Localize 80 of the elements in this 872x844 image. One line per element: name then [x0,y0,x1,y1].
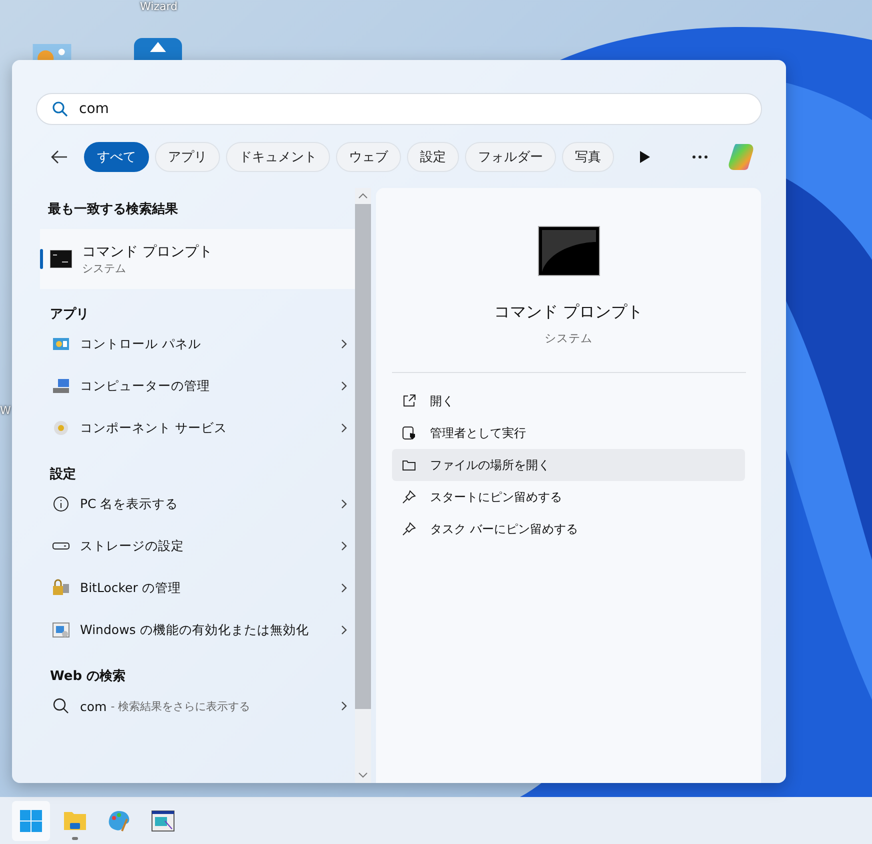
action-label: ファイルの場所を開く [430,456,550,474]
scrollbar[interactable] [355,188,371,783]
shield-window-icon [402,426,416,440]
scroll-up-icon[interactable] [358,193,368,199]
terminal-icon [50,250,72,268]
result-label: コンピューターの管理 [80,378,210,394]
terminal-window-icon [538,226,600,276]
result-item[interactable]: BitLocker の管理 [40,567,355,609]
result-item[interactable]: com - 検索結果をさらに表示する [40,685,355,727]
filter-tab[interactable]: すべて [84,142,149,172]
filter-tab[interactable]: 設定 [407,142,459,172]
detail-title: コマンド プロンプト [494,302,644,323]
external-link-icon [402,394,416,408]
action-item[interactable]: タスク バーにピン留めする [392,513,745,545]
chevron-right-icon [341,339,347,349]
palette-icon[interactable] [107,808,131,832]
search-icon [52,101,68,117]
running-indicator [72,836,78,840]
result-label: コントロール パネル [80,336,201,352]
filter-tab[interactable]: アプリ [155,142,220,172]
computer-icon [52,377,70,395]
result-label: コンポーネント サービス [80,420,227,436]
window-icon [52,621,70,639]
result-label: com [80,698,107,714]
section-heading: 最も一致する検索結果 [47,200,179,218]
action-item[interactable]: 管理者として実行 [392,417,745,449]
more-icon[interactable] [692,155,708,159]
section-heading: アプリ [49,306,90,323]
scrollbar-thumb[interactable] [355,204,371,709]
action-label: スタートにピン留めする [430,488,562,506]
chevron-right-icon [341,583,347,593]
result-item[interactable]: ストレージの設定 [40,525,355,567]
result-item[interactable]: コントロール パネル [40,323,355,365]
desktop-icon-label: W [0,404,11,417]
result-title: コマンド プロンプト [82,242,212,260]
windows-logo-icon[interactable] [19,808,43,832]
result-label: PC 名を表示する [80,496,178,512]
chevron-right-icon [341,701,347,711]
action-item[interactable]: 開く [392,385,745,417]
action-item[interactable]: ファイルの場所を開く [392,449,745,481]
chevron-right-icon [341,499,347,509]
result-hint: - 検索結果をさらに表示する [110,698,250,714]
result-item[interactable]: コンポーネント サービス [40,407,355,449]
result-label: ストレージの設定 [80,538,184,554]
info-icon [52,495,70,513]
filter-tab[interactable]: フォルダー [465,142,556,172]
result-label: BitLocker の管理 [80,580,181,596]
desktop-icon-label: Wizard [140,0,178,13]
pin-icon [402,490,416,504]
copilot-logo-icon[interactable] [726,142,756,172]
scroll-down-icon[interactable] [358,772,368,778]
control-panel-icon [52,335,70,353]
result-subtitle: システム [82,260,127,276]
section-heading: Web の検索 [49,668,127,685]
chevron-right-icon [341,423,347,433]
result-label: Windows の機能の有効化または無効化 [80,622,309,638]
key-lock-icon [52,579,70,597]
filter-tab[interactable]: ウェブ [336,142,401,172]
result-item[interactable]: PC 名を表示する [40,483,355,525]
filter-tab[interactable]: 写真 [562,142,614,172]
pin-icon [402,522,416,536]
search-field[interactable]: com [36,93,762,125]
action-item[interactable]: スタートにピン留めする [392,481,745,513]
action-label: 管理者として実行 [430,424,526,442]
chevron-right-icon [341,381,347,391]
filter-tab[interactable]: ドキュメント [226,142,330,172]
result-item[interactable]: コンピューターの管理 [40,365,355,407]
play-icon[interactable] [640,151,650,163]
window-app-icon[interactable] [151,808,175,832]
search-icon [52,697,70,715]
folder-icon [402,458,416,472]
best-match-item[interactable]: コマンド プロンプト システム [40,229,355,289]
chevron-right-icon [341,541,347,551]
back-arrow-icon[interactable] [50,150,68,164]
section-heading: 設定 [48,466,77,483]
result-item[interactable]: Windows の機能の有効化または無効化 [40,609,355,651]
detail-subtitle: システム [544,331,592,346]
chevron-right-icon [341,625,347,635]
action-label: 開く [430,392,454,410]
action-label: タスク バーにピン留めする [430,520,578,538]
